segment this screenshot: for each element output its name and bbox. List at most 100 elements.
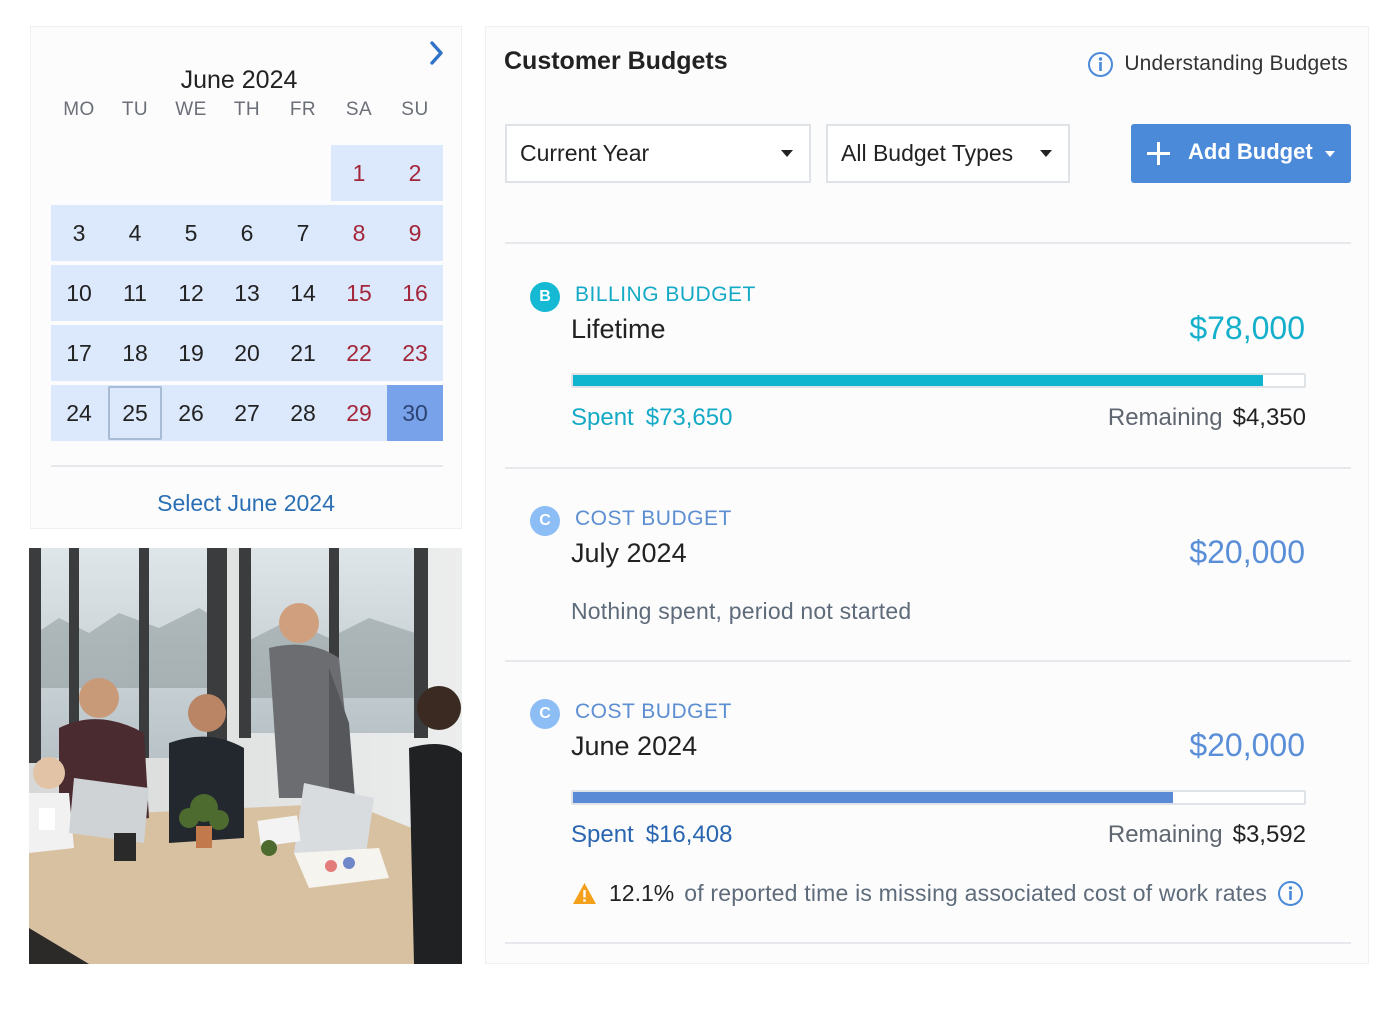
calendar-day[interactable]: 14 [275,265,331,321]
calendar-day[interactable]: 18 [107,325,163,381]
calendar-day[interactable]: 16 [387,265,443,321]
weekday-label: WE [175,99,207,120]
spent-value: $16,408 [645,821,733,848]
calendar-weekday-header: MO TU WE TH FR SA SU [51,99,443,129]
spent-label: Spent [571,404,634,431]
budget-spent: Spent $73,650 [571,404,732,432]
calendar-day[interactable]: 7 [275,205,331,261]
budget-amount: $78,000 [1189,310,1305,346]
budget-progress-fill [573,792,1173,803]
calendar-day[interactable]: 15 [331,265,387,321]
calendar-day[interactable]: 23 [387,325,443,381]
calendar-day[interactable]: 2 [387,145,443,201]
info-icon [1087,51,1114,78]
plus-icon [1146,141,1171,171]
caret-down-icon [1040,150,1052,157]
budget-name: Lifetime [571,314,666,344]
spent-value: $73,650 [645,404,733,431]
budget-name: June 2024 [571,731,698,761]
calendar-day[interactable]: 28 [275,385,331,441]
warning-icon [572,882,597,905]
caret-down-icon [781,150,793,157]
team-meeting-photo [29,548,462,964]
section-divider [505,467,1351,469]
budget-type-label: COST BUDGET [575,507,732,530]
remaining-value: $3,592 [1232,821,1306,848]
cost-badge-icon: C [530,699,560,729]
customer-budgets-panel: Customer Budgets Understanding Budgets C… [485,26,1369,964]
calendar-day[interactable]: 21 [275,325,331,381]
calendar-day[interactable]: 1 [331,145,387,201]
budget-card-cost-june-2024[interactable]: C COST BUDGET June 2024 $20,000 Spent $16… [486,670,1370,942]
budget-spent: Spent $16,408 [571,821,732,849]
calendar-day[interactable]: 29 [331,385,387,441]
calendar-panel: June 2024 MO TU WE TH FR SA SU 123456789… [30,26,462,529]
calendar-day[interactable]: 10 [51,265,107,321]
weekday-label: TH [233,99,261,120]
calendar-day[interactable]: 8 [331,205,387,261]
budget-type-filter-dropdown[interactable]: All Budget Types [826,124,1070,183]
select-month-link[interactable]: Select June 2024 [31,490,461,517]
understanding-budgets-label: Understanding Budgets [1124,52,1348,75]
panel-title: Customer Budgets [504,47,728,75]
calendar-day[interactable]: 9 [387,205,443,261]
info-icon[interactable] [1277,880,1304,907]
caret-down-icon[interactable] [1325,151,1335,157]
billing-badge-icon: B [530,282,560,312]
budget-type-label: COST BUDGET [575,700,732,723]
budget-progress-bar [571,790,1306,805]
budget-name: July 2024 [571,538,687,568]
warning-message: of reported time is missing associated c… [684,879,1268,906]
budget-amount: $20,000 [1189,727,1305,763]
calendar-day[interactable]: 3 [51,205,107,261]
calendar-day[interactable]: 26 [163,385,219,441]
weekday-label: TU [121,99,149,120]
chevron-right-icon[interactable] [423,39,451,67]
add-budget-label: Add Budget [1188,139,1313,164]
budget-remaining: Remaining $4,350 [1108,404,1306,432]
remaining-label: Remaining [1107,404,1223,431]
budget-progress-fill [573,375,1264,386]
calendar-divider [51,465,443,467]
budget-card-cost-july-2024[interactable]: C COST BUDGET July 2024 $20,000 Nothing … [486,477,1370,660]
calendar-day[interactable]: 24 [51,385,107,441]
calendar-day[interactable]: 22 [331,325,387,381]
weekday-label: FR [289,99,317,120]
cost-badge-icon: C [530,506,560,536]
section-divider [505,242,1351,244]
budget-amount: $20,000 [1189,534,1305,570]
calendar-day[interactable]: 12 [163,265,219,321]
weekday-label: SA [345,99,373,120]
period-filter-dropdown[interactable]: Current Year [505,124,811,183]
budget-remaining: Remaining $3,592 [1108,821,1306,849]
calendar-day-grid: 1 2 3 4 5 6 7 8 9 10 11 12 13 14 15 16 17 18 19 20 21 22 23 24 2… [51,145,443,441]
calendar-day[interactable]: 17 [51,325,107,381]
budget-type-filter-value: All Budget Types [841,140,1014,166]
add-budget-button[interactable]: Add Budget [1131,124,1351,183]
calendar-day[interactable]: 27 [219,385,275,441]
weekday-label: SU [401,99,429,120]
missing-rates-warning: 12.1% of reported time is missing associ… [572,878,1304,908]
budget-card-billing-lifetime[interactable]: B BILLING BUDGET Lifetime $78,000 Spent $… [486,252,1370,467]
calendar-day[interactable]: 20 [219,325,275,381]
calendar-day[interactable]: 13 [219,265,275,321]
remaining-label: Remaining [1107,821,1223,848]
budget-type-label: BILLING BUDGET [575,283,756,306]
calendar-month-title: June 2024 [180,66,298,94]
calendar-day[interactable]: 11 [107,265,163,321]
period-filter-value: Current Year [520,140,650,166]
calendar-day[interactable]: 19 [163,325,219,381]
budget-status-note: Nothing spent, period not started [571,598,912,624]
section-divider [505,942,1351,944]
weekday-label: MO [63,99,95,120]
section-divider [505,660,1351,662]
calendar-day[interactable]: 30 [387,385,443,441]
spent-label: Spent [571,821,634,848]
calendar-day[interactable]: 25 [107,385,163,441]
budget-progress-bar [571,373,1306,388]
calendar-day[interactable]: 6 [219,205,275,261]
understanding-budgets-link[interactable]: Understanding Budgets [1087,49,1348,79]
warning-percentage: 12.1% [609,879,675,906]
calendar-day[interactable]: 4 [107,205,163,261]
calendar-day[interactable]: 5 [163,205,219,261]
